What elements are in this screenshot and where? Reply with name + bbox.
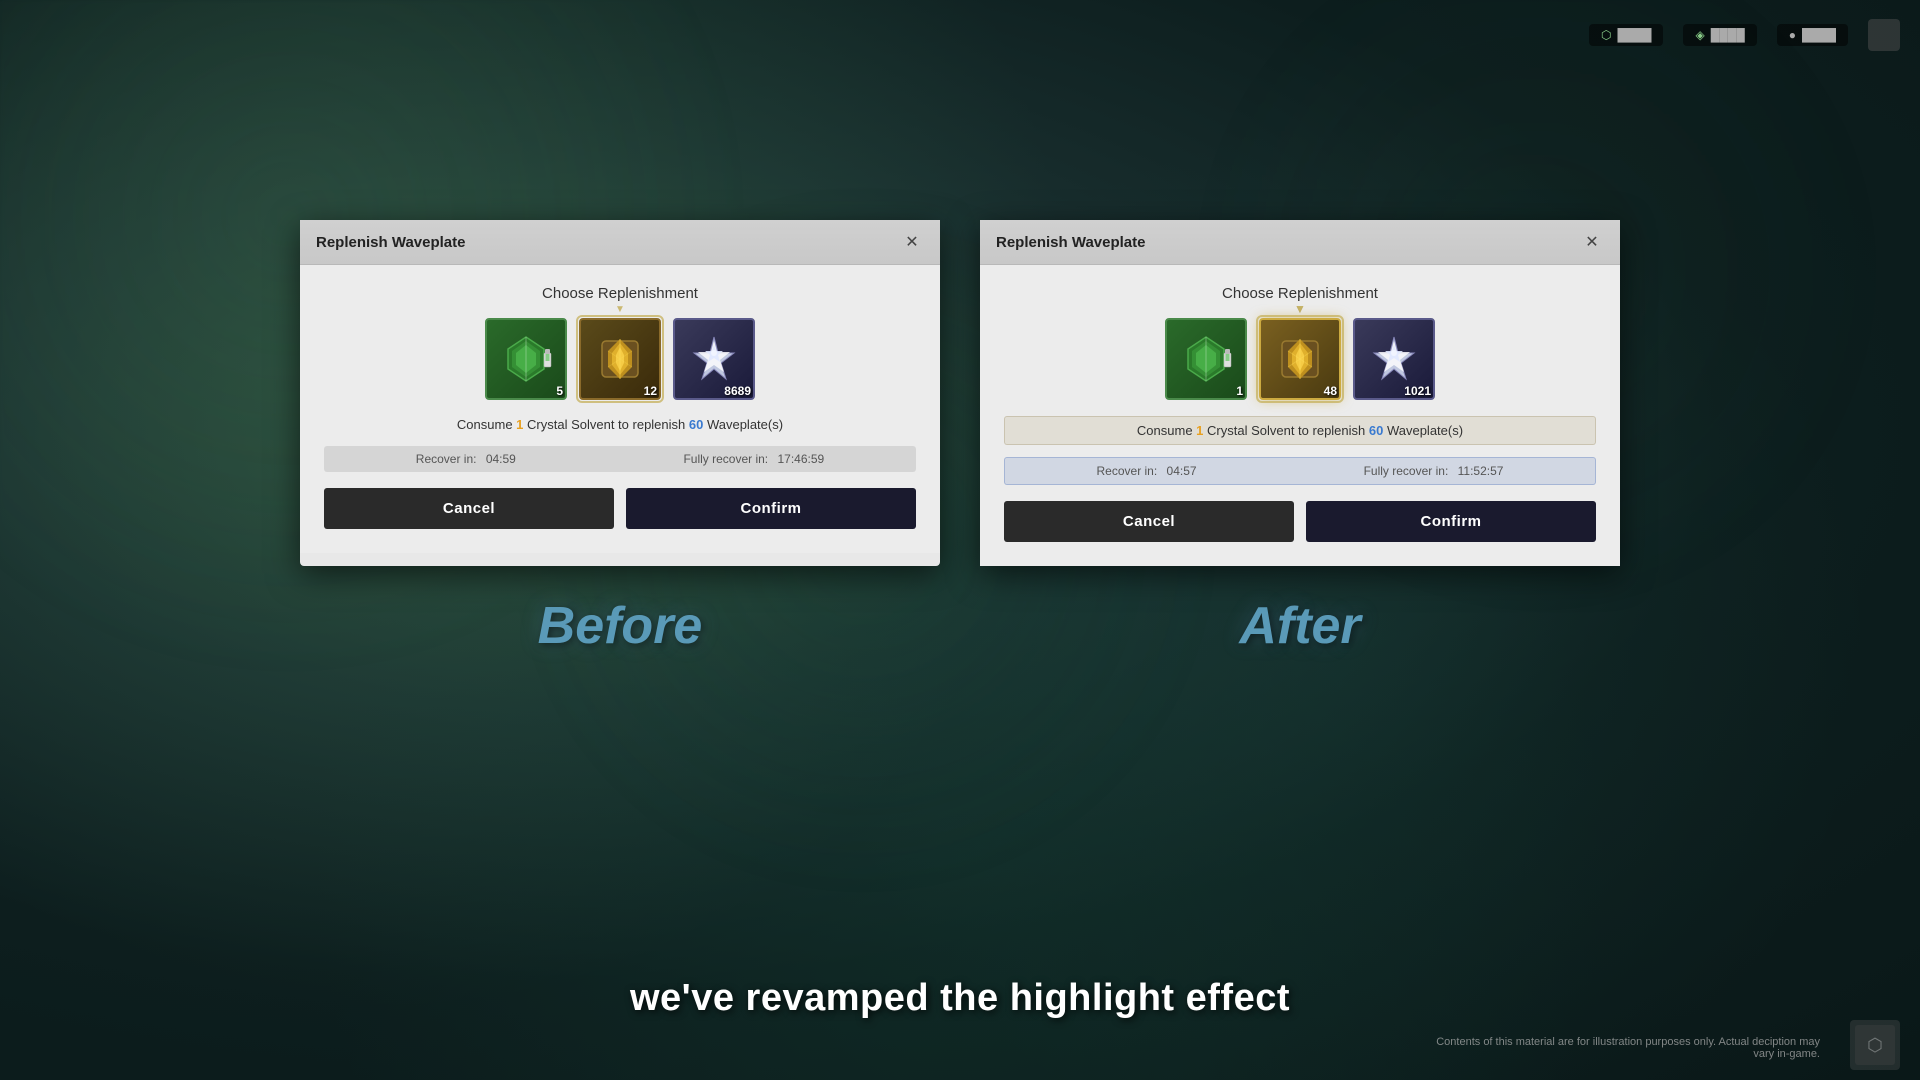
after-consume-wrapper: Consume 1 Crystal Solvent to replenish 6… <box>1004 416 1596 445</box>
before-item-gold[interactable]: 12 <box>579 318 661 400</box>
before-item-crystal-bg <box>485 318 567 400</box>
after-close-button[interactable]: ✕ <box>1580 230 1604 254</box>
after-gold-crystal-icon <box>1274 333 1326 385</box>
after-item-gold-bg <box>1259 318 1341 400</box>
before-item-gold-bg <box>579 318 661 400</box>
before-recover-label: Recover in: 04:59 <box>416 452 516 466</box>
before-consume-wrapper: Consume 1 Crystal Solvent to replenish 6… <box>324 416 916 434</box>
after-items-row: 1 ▼ <box>1004 318 1596 400</box>
before-dialog-body: Choose Replenishment <box>300 265 940 553</box>
after-selected-indicator: ▼ <box>1294 302 1306 316</box>
before-dialog-header: Replenish Waveplate ✕ <box>300 220 940 265</box>
comparison-labels: Before After <box>0 596 1920 656</box>
after-cancel-button[interactable]: Cancel <box>1004 501 1294 542</box>
after-dialog: Replenish Waveplate ✕ Choose Replenishme… <box>980 220 1620 566</box>
after-buttons-row: Cancel Confirm <box>1004 501 1596 542</box>
crystal-solvent-icon <box>500 333 552 385</box>
before-recovery-bar: Recover in: 04:59 Fully recover in: 17:4… <box>324 446 916 472</box>
top-hud: ⬡ ████ ◈ ████ ● ████ <box>0 0 1920 70</box>
after-recovery-bar: Recover in: 04:57 Fully recover in: 11:5… <box>1004 457 1596 485</box>
hud-icon-3: ● <box>1789 28 1796 42</box>
after-dialog-title: Replenish Waveplate <box>996 234 1146 251</box>
after-confirm-button[interactable]: Confirm <box>1306 501 1596 542</box>
after-fully-recover-label: Fully recover in: 11:52:57 <box>1364 464 1504 478</box>
hud-item-3: ● ████ <box>1777 24 1848 46</box>
before-buttons-row: Cancel Confirm <box>324 488 916 529</box>
after-star-icon <box>1368 333 1420 385</box>
after-dialog-header: Replenish Waveplate ✕ <box>980 220 1620 265</box>
after-item-star[interactable]: 1021 <box>1353 318 1435 400</box>
before-items-row: 5 <box>324 318 916 400</box>
before-crystal-count: 5 <box>556 384 563 398</box>
hud-item-2: ◈ ████ <box>1683 24 1756 46</box>
before-label: Before <box>300 596 940 656</box>
after-crystal-count: 1 <box>1236 384 1243 398</box>
after-recover-label: Recover in: 04:57 <box>1097 464 1197 478</box>
before-close-button[interactable]: ✕ <box>900 230 924 254</box>
after-label: After <box>980 596 1620 656</box>
hud-item-1: ⬡ ████ <box>1589 24 1664 46</box>
before-item-star[interactable]: 8689 <box>673 318 755 400</box>
hud-text-2: ████ <box>1711 28 1745 42</box>
hud-item-4 <box>1868 19 1900 51</box>
hud-text-1: ████ <box>1617 28 1651 42</box>
after-close-icon: ✕ <box>1585 232 1598 252</box>
after-item-gold[interactable]: ▼ 48 <box>1259 318 1341 400</box>
before-gold-count: 12 <box>644 384 657 398</box>
after-choose-title: Choose Replenishment <box>1004 285 1596 302</box>
before-fully-recover-label: Fully recover in: 17:46:59 <box>683 452 824 466</box>
star-icon <box>688 333 740 385</box>
before-close-icon: ✕ <box>905 232 918 252</box>
hud-icon-1: ⬡ <box>1601 28 1611 42</box>
after-gold-count: 48 <box>1324 384 1337 398</box>
after-item-crystal-bg <box>1165 318 1247 400</box>
before-item-crystal[interactable]: 5 <box>485 318 567 400</box>
dialogs-row: Replenish Waveplate ✕ Choose Replenishme… <box>0 220 1920 566</box>
gold-crystal-icon <box>594 333 646 385</box>
before-confirm-button[interactable]: Confirm <box>626 488 916 529</box>
after-star-count: 1021 <box>1404 384 1431 398</box>
after-consume-text: Consume 1 Crystal Solvent to replenish 6… <box>1004 416 1596 445</box>
before-star-count: 8689 <box>724 384 751 398</box>
main-container: ⬡ ████ ◈ ████ ● ████ Replenish Waveplate… <box>0 0 1920 1080</box>
hud-icon-2: ◈ <box>1695 28 1704 42</box>
before-cancel-button[interactable]: Cancel <box>324 488 614 529</box>
hud-text-3: ████ <box>1802 28 1836 42</box>
after-item-crystal[interactable]: 1 <box>1165 318 1247 400</box>
after-crystal-solvent-icon <box>1180 333 1232 385</box>
before-choose-title: Choose Replenishment <box>324 285 916 302</box>
after-dialog-body: Choose Replenishment <box>980 265 1620 566</box>
before-dialog-title: Replenish Waveplate <box>316 234 466 251</box>
before-dialog: Replenish Waveplate ✕ Choose Replenishme… <box>300 220 940 566</box>
before-consume-text: Consume 1 Crystal Solvent to replenish 6… <box>457 417 783 432</box>
